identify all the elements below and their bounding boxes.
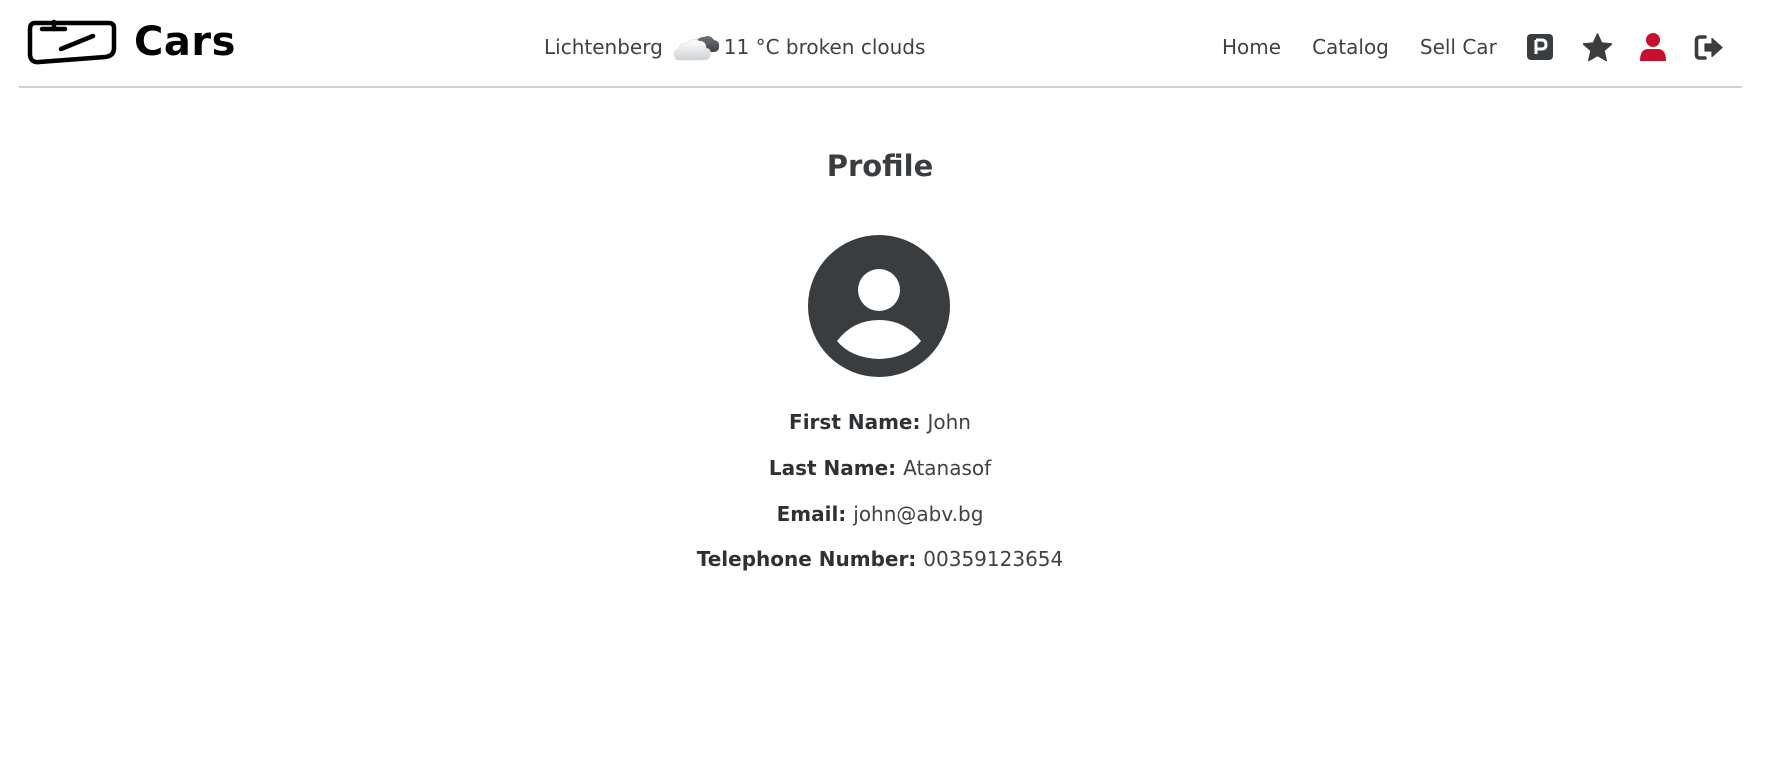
user-icon[interactable] bbox=[1639, 32, 1667, 62]
last-name-value: Atanasof bbox=[903, 456, 992, 480]
nav-catalog-link[interactable]: Catalog bbox=[1312, 37, 1389, 57]
last-name-label: Last Name: bbox=[768, 456, 904, 480]
first-name-row: First Name: John bbox=[0, 412, 1760, 432]
brand-name: Cars bbox=[134, 18, 236, 65]
main-nav: Home Catalog Sell Car bbox=[1222, 32, 1724, 62]
email-row: Email: john@abv.bg bbox=[0, 504, 1760, 524]
top-navbar: Cars Lichtenberg 11 °C broken clouds Hom… bbox=[19, 0, 1742, 88]
nav-home-link[interactable]: Home bbox=[1222, 37, 1281, 57]
broken-clouds-icon bbox=[673, 36, 719, 61]
weather-condition: broken clouds bbox=[785, 35, 926, 59]
weather-city: Lichtenberg bbox=[544, 35, 663, 59]
star-icon[interactable] bbox=[1582, 32, 1613, 62]
weather-temperature: 11 °C bbox=[723, 35, 780, 59]
telephone-value: 00359123654 bbox=[923, 547, 1064, 571]
email-value: john@abv.bg bbox=[853, 502, 984, 526]
brand-logo-link[interactable]: Cars bbox=[27, 18, 236, 65]
telephone-label: Telephone Number: bbox=[696, 547, 924, 571]
page-title: Profile bbox=[826, 149, 934, 183]
page: Cars Lichtenberg 11 °C broken clouds Hom… bbox=[0, 0, 1780, 771]
user-circle-icon bbox=[808, 235, 950, 377]
telephone-row: Telephone Number: 00359123654 bbox=[0, 549, 1760, 569]
parking-icon[interactable] bbox=[1526, 34, 1553, 60]
last-name-row: Last Name: Atanasof bbox=[0, 458, 1760, 478]
logout-icon[interactable] bbox=[1694, 34, 1724, 61]
nav-sell-car-link[interactable]: Sell Car bbox=[1420, 37, 1497, 57]
weather-widget: Lichtenberg 11 °C broken clouds bbox=[544, 30, 925, 64]
email-label: Email: bbox=[776, 502, 854, 526]
first-name-label: First Name: bbox=[789, 410, 928, 434]
first-name-value: John bbox=[927, 410, 971, 434]
windshield-logo-icon bbox=[27, 19, 117, 65]
